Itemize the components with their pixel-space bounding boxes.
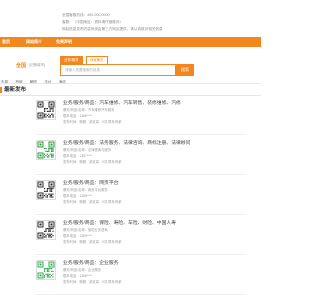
- post-meta: 服务/商品/名称：保险业务咨询: [63, 228, 108, 232]
- qr-code-icon: [36, 260, 56, 280]
- post-title[interactable]: 业务/服务/商品：法务服务、法律咨询、商标注册、法律顾问: [63, 139, 190, 146]
- divider: [36, 254, 246, 255]
- post-meta: 联系电话：1385****: [63, 194, 92, 198]
- qr-code-icon: [36, 140, 56, 160]
- post-meta: 联系电话：1388****: [63, 274, 92, 278]
- disclaimer-text: 网站信息发布内容系统由第三方网站提供，请认真核对相关信息: [62, 27, 163, 31]
- divider: [36, 134, 246, 135]
- list-item[interactable]: 业务/服务/商品：企业服务 服务/商品/名称：企业服务 联系电话：1388**** 发…: [0, 257, 261, 297]
- list-item[interactable]: 业务/服务/商品：汽车维修、汽车转售、装修维修、汽修 服务/商品/名称：汽车维修汽…: [0, 97, 261, 137]
- section-accent-bar: [0, 87, 2, 93]
- post-meta: 服务/商品/名称：汽车维修汽车服务: [63, 108, 115, 112]
- search-tabs: 业务/服务 商家黄页: [60, 56, 108, 64]
- list-item[interactable]: 业务/服务/商品：法务服务、法律咨询、商标注册、法律顾问 服务/商品/名称：法律咨…: [0, 137, 261, 177]
- section-header: 最新发布: [0, 86, 261, 96]
- post-meta: 联系电话：1386****: [63, 114, 92, 118]
- list-item[interactable]: 业务/服务/商品：保险、寿险、车险、财险、中国人寿 服务/商品/名称：保险业务咨询…: [0, 217, 261, 257]
- post-meta: 发布时间：刚刚 · 浏览量：0次 联系商家: [63, 160, 122, 164]
- post-meta: 服务/商品/名称：网页平台服务: [63, 188, 108, 192]
- post-meta: 联系电话：1387****: [63, 154, 92, 158]
- post-meta: 发布时间：刚刚 · 浏览量：0次 联系商家: [63, 280, 122, 284]
- post-meta: 发布时间：刚刚 · 浏览量：0次 联系商家: [63, 200, 122, 204]
- search-input[interactable]: [63, 66, 145, 74]
- search-box: [60, 64, 176, 76]
- nav-home[interactable]: 首页: [2, 37, 10, 47]
- switch-city-link[interactable]: [切换城市]: [29, 63, 45, 68]
- tab-business[interactable]: 业务/服务: [60, 56, 83, 64]
- qr-code-icon: [36, 180, 56, 200]
- section-title: 最新发布: [4, 87, 27, 93]
- main-nav: 首页 网站简介 免责声明: [0, 37, 261, 47]
- nav-disclaimer[interactable]: 免责声明: [56, 37, 72, 47]
- tab-yellow-pages[interactable]: 商家黄页: [85, 56, 108, 64]
- divider: [36, 214, 246, 215]
- nav-about[interactable]: 网站简介: [26, 37, 42, 47]
- post-meta: 联系电话：1389****: [63, 234, 92, 238]
- post-title[interactable]: 业务/服务/商品：网页平台: [63, 179, 118, 186]
- current-city: 全国: [16, 63, 27, 69]
- service-text: 客服：（中国地区：资料请仔细核对）: [62, 20, 124, 24]
- post-meta: 发布时间：刚刚 · 浏览量：0次 联系商家: [63, 120, 122, 124]
- post-title[interactable]: 业务/服务/商品：汽车维修、汽车转售、装修维修、汽修: [63, 99, 181, 106]
- post-title[interactable]: 业务/服务/商品：保险、寿险、车险、财险、中国人寿: [63, 219, 176, 226]
- post-meta: 服务/商品/名称：企业服务: [63, 268, 102, 272]
- post-meta: 发布时间：刚刚 · 浏览量：0次 联系商家: [63, 240, 122, 244]
- list-item[interactable]: 业务/服务/商品：网页平台 服务/商品/名称：网页平台服务 联系电话：1385***…: [0, 177, 261, 217]
- divider: [36, 174, 246, 175]
- qr-code-icon: [36, 220, 56, 240]
- hotline-text: 全国客服热线：400-000-0000: [62, 13, 110, 17]
- post-title[interactable]: 业务/服务/商品：企业服务: [63, 259, 118, 266]
- post-meta: 服务/商品/名称：法律咨询与服务: [63, 148, 111, 152]
- search-button[interactable]: 搜索: [176, 64, 194, 76]
- divider: [0, 83, 261, 84]
- qr-code-icon: [36, 100, 56, 120]
- divider: [36, 294, 246, 295]
